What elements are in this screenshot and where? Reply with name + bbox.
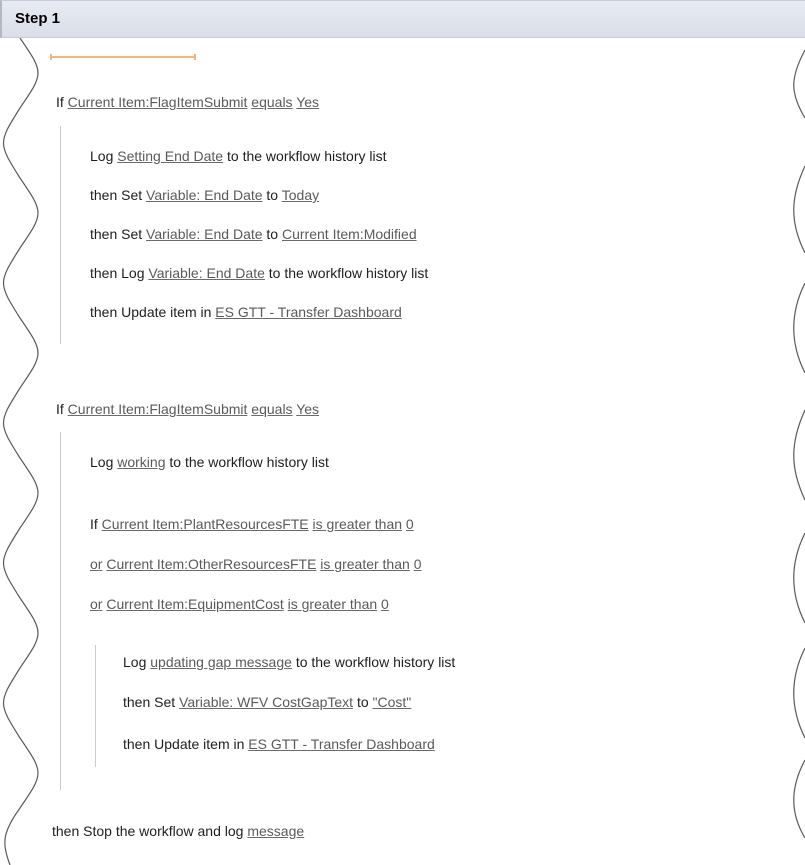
action-text: to the workflow history list	[295, 654, 456, 670]
condition-operator-link[interactable]: equals	[251, 401, 292, 417]
condition-value-link[interactable]: Yes	[296, 401, 319, 417]
action-message-link[interactable]: working	[117, 454, 165, 470]
block1-condition: If Current Item:FlagItemSubmit equals Ye…	[56, 93, 319, 111]
condition-or-link[interactable]: or	[90, 596, 102, 612]
block1-action-set-modified: then Set Variable: End Date to Current I…	[90, 225, 417, 243]
inner-condition-2: or Current Item:OtherResourcesFTE is gre…	[90, 555, 421, 573]
action-verb: Log	[90, 148, 114, 164]
action-verb: then Stop the workflow and log	[52, 823, 244, 839]
action-text: to	[356, 694, 369, 710]
insertion-cursor[interactable]	[50, 54, 196, 60]
inner-condition-1: If Current Item:PlantResourcesFTE is gre…	[90, 515, 414, 533]
condition-keyword: If	[56, 94, 64, 110]
action-text: to the workflow history list	[169, 454, 329, 470]
action-text: to	[266, 187, 279, 203]
condition-field-link[interactable]: Current Item:FlagItemSubmit	[68, 401, 248, 417]
action-verb: then Update item in	[123, 736, 245, 752]
action-value-link[interactable]: Today	[282, 187, 319, 203]
condition-value-link[interactable]: 0	[414, 556, 422, 572]
condition-field-link[interactable]: Current Item:EquipmentCost	[106, 596, 283, 612]
action-verb: then Log	[90, 265, 145, 281]
right-wavy-border	[793, 49, 805, 839]
condition-keyword: If	[56, 401, 64, 417]
inner-action-update: then Update item in ES GTT - Transfer Da…	[123, 735, 435, 753]
condition-value-link[interactable]: 0	[381, 596, 389, 612]
action-verb: then Update item in	[90, 304, 212, 320]
action-variable-link[interactable]: Variable: End Date	[146, 187, 262, 203]
inner-action-set: then Set Variable: WFV CostGapText to "C…	[123, 693, 411, 711]
condition-operator-link[interactable]: is greater than	[320, 556, 410, 572]
action-list-link[interactable]: ES GTT - Transfer Dashboard	[248, 736, 434, 752]
action-list-link[interactable]: ES GTT - Transfer Dashboard	[215, 304, 401, 320]
inner-action-log: Log updating gap message to the workflow…	[123, 653, 455, 671]
final-action-stop: then Stop the workflow and log message	[52, 822, 304, 840]
block2-action-log: Log working to the workflow history list	[90, 453, 329, 471]
block1-action-log: Log Setting End Date to the workflow his…	[90, 147, 387, 165]
action-value-link[interactable]: Current Item:Modified	[282, 226, 417, 242]
condition-operator-link[interactable]: is greater than	[313, 516, 403, 532]
action-value-link[interactable]: "Cost"	[373, 694, 412, 710]
condition-value-link[interactable]: Yes	[296, 94, 319, 110]
condition-or-link[interactable]: or	[90, 556, 102, 572]
block1-action-log-variable: then Log Variable: End Date to the workf…	[90, 264, 428, 282]
condition-operator-link[interactable]: is greater than	[288, 596, 378, 612]
action-variable-link[interactable]: Variable: End Date	[146, 226, 262, 242]
step-title: Step 1	[15, 10, 61, 27]
action-text: to the workflow history list	[227, 148, 387, 164]
condition-field-link[interactable]: Current Item:FlagItemSubmit	[68, 94, 248, 110]
action-text: to the workflow history list	[268, 265, 429, 281]
block1-action-update: then Update item in ES GTT - Transfer Da…	[90, 303, 402, 321]
block1-indent-bar	[60, 126, 61, 344]
condition-field-link[interactable]: Current Item:OtherResourcesFTE	[106, 556, 316, 572]
action-text: to	[266, 226, 279, 242]
inner-condition-3: or Current Item:EquipmentCost is greater…	[90, 595, 389, 613]
condition-value-link[interactable]: 0	[406, 516, 414, 532]
inner-indent-bar	[95, 645, 96, 767]
condition-keyword: If	[90, 516, 98, 532]
condition-operator-link[interactable]: equals	[251, 94, 292, 110]
action-message-link[interactable]: message	[247, 823, 304, 839]
action-verb: then Set	[90, 187, 143, 203]
left-wavy-border	[2, 38, 39, 865]
action-message-link[interactable]: Setting End Date	[117, 148, 223, 164]
action-verb: then Set	[90, 226, 143, 242]
action-verb: then Set	[123, 694, 176, 710]
condition-field-link[interactable]: Current Item:PlantResourcesFTE	[102, 516, 309, 532]
step-header[interactable]: Step 1	[0, 0, 805, 38]
action-message-link[interactable]: updating gap message	[150, 654, 292, 670]
action-verb: Log	[123, 654, 147, 670]
block2-indent-bar	[60, 432, 61, 790]
block1-action-set-today: then Set Variable: End Date to Today	[90, 186, 319, 204]
action-variable-link[interactable]: Variable: End Date	[148, 265, 264, 281]
block2-condition: If Current Item:FlagItemSubmit equals Ye…	[56, 400, 319, 418]
action-variable-link[interactable]: Variable: WFV CostGapText	[179, 694, 353, 710]
action-verb: Log	[90, 454, 114, 470]
